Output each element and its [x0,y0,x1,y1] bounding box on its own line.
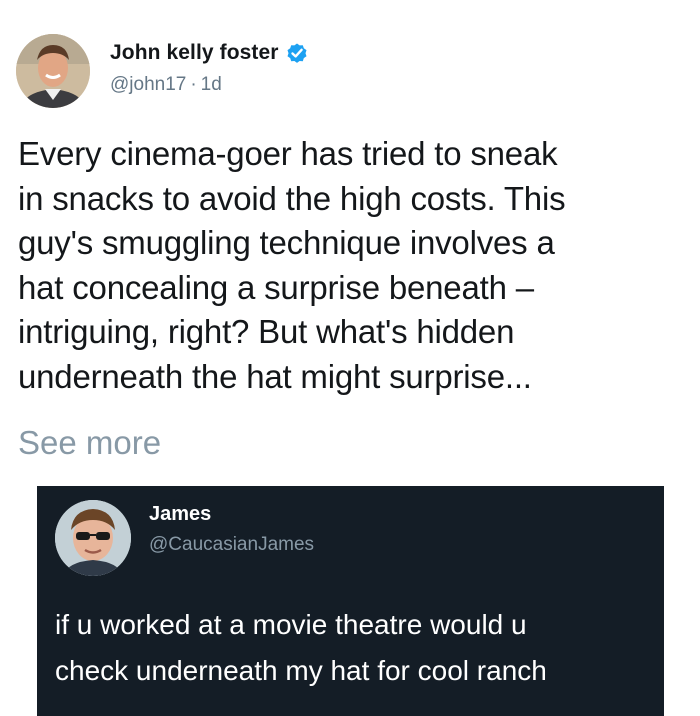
tweet-text-line: Every cinema-goer has tried to sneak [18,135,558,172]
embedded-author-handle[interactable]: @CaucasianJames [149,534,314,556]
embedded-author-photo-icon [55,500,131,576]
tweet-text-line: hat concealing a surprise beneath – [18,268,534,306]
embedded-tweet-card[interactable]: James @CaucasianJames if u worked at a m… [37,486,664,716]
embedded-author-name[interactable]: James [149,503,211,526]
author-photo-icon [16,34,90,108]
tweet-text-line: in snacks to avoid the high costs. This [18,179,566,217]
verified-badge-icon [285,41,309,65]
embedded-author-avatar[interactable] [55,500,131,576]
embedded-tweet-body: if u worked at a movie theatre would u c… [55,602,655,694]
author-name[interactable]: John kelly foster [110,41,279,65]
see-more-link[interactable]: See more [18,424,161,462]
tweet-text-line: guy's smuggling technique involves a [18,224,555,261]
author-name-row: John kelly foster [110,40,309,66]
author-handle-row: @john17 · 1d [110,74,222,96]
tweet-text-line: intriguing, right? But what's hidden [18,313,515,350]
tweet-header: John kelly foster @john17 · 1d [16,34,676,114]
author-avatar[interactable] [16,34,90,108]
tweet-timestamp[interactable]: 1d [201,74,222,96]
tweet-text-line: underneath the hat might surprise... [18,357,532,395]
embedded-text-line: check underneath my hat for cool ranch [55,655,547,686]
meta-separator: · [190,74,197,95]
author-handle[interactable]: @john17 [110,74,186,96]
tweet-body: Every cinema-goer has tried to sneak in … [18,132,684,399]
embedded-text-line: if u worked at a movie theatre would u [55,609,527,640]
